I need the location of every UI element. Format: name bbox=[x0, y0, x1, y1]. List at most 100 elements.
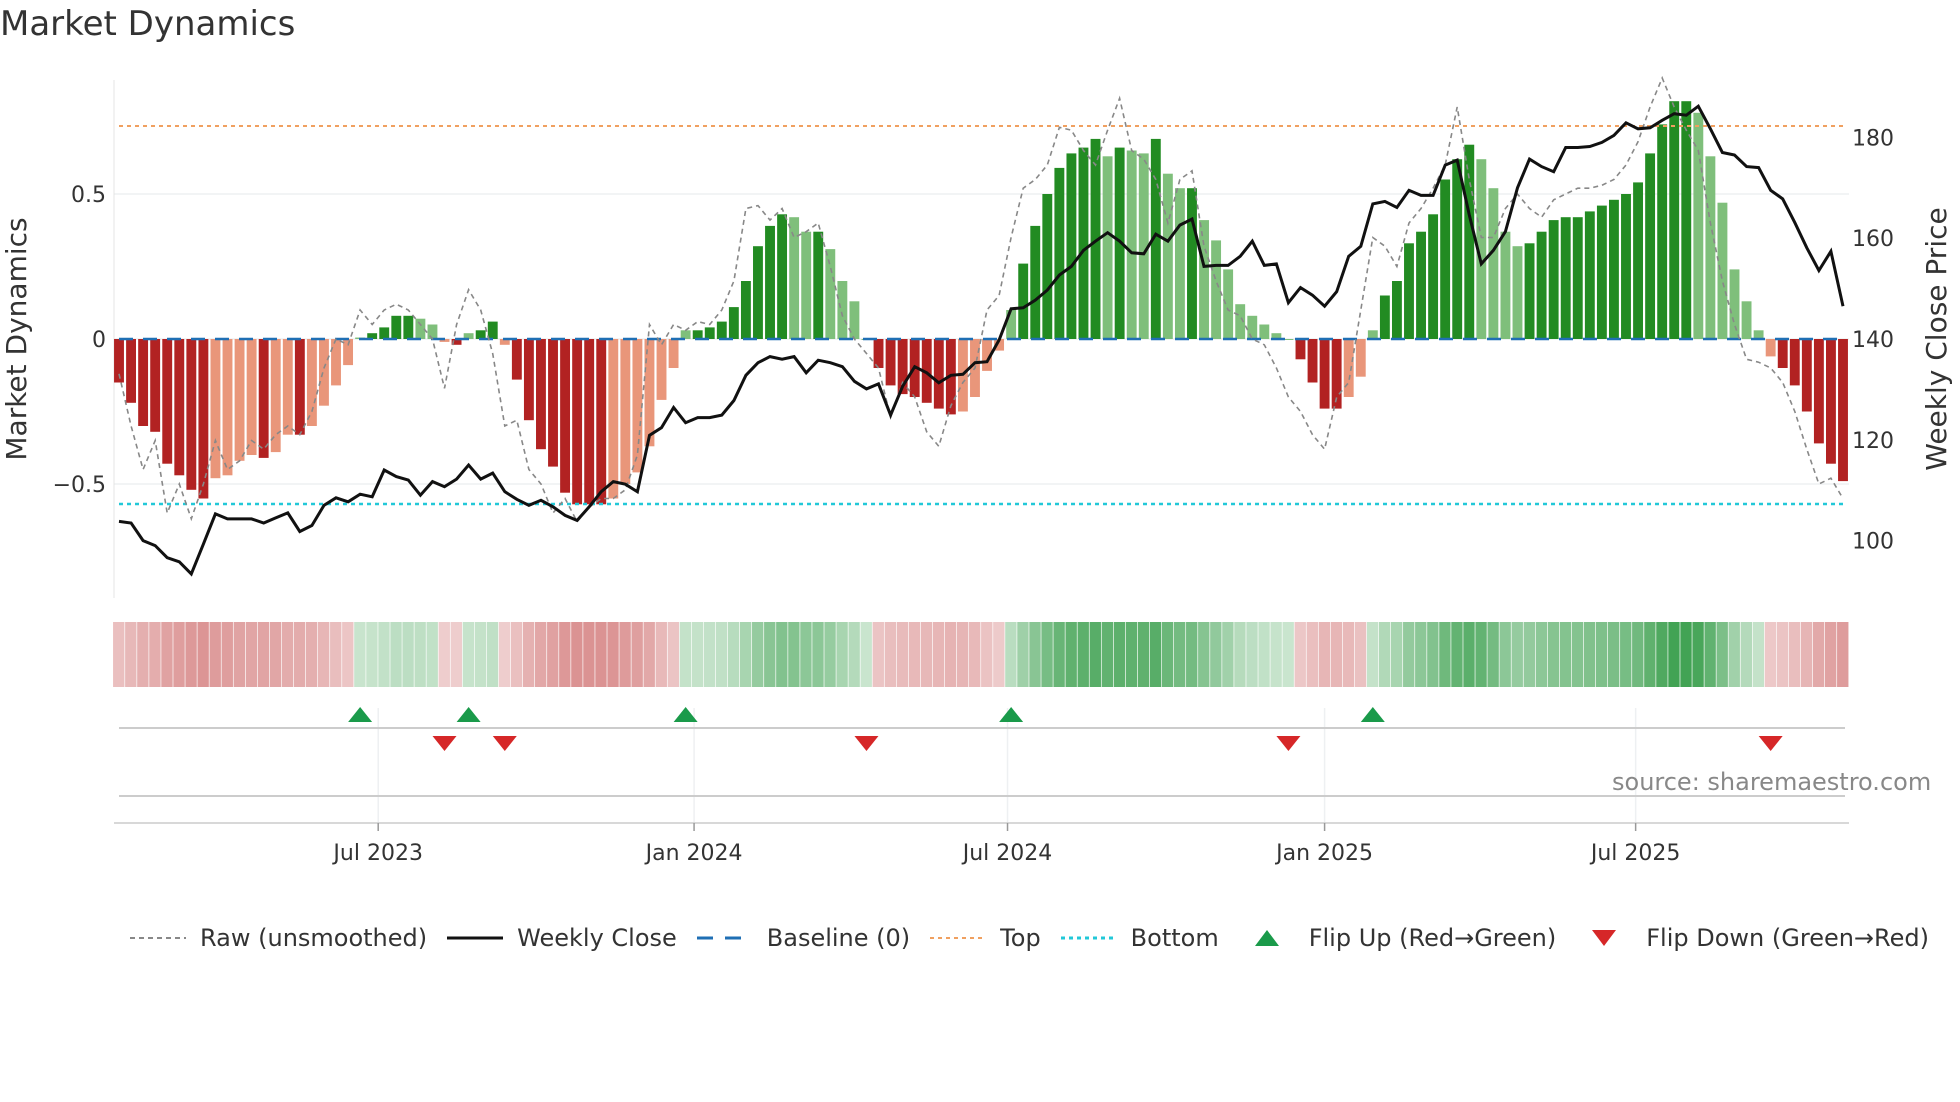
heat-cell bbox=[245, 622, 258, 687]
dynamics-bar bbox=[1126, 150, 1137, 339]
dynamics-bar bbox=[1789, 339, 1800, 386]
flip-up-marker bbox=[999, 707, 1024, 722]
y-tick-label: −0.5 bbox=[53, 473, 106, 498]
dynamics-bar bbox=[1693, 112, 1704, 339]
dynamics-bar bbox=[1343, 339, 1354, 397]
heat-cell bbox=[788, 622, 800, 687]
dynamics-bar bbox=[162, 339, 173, 464]
heat-cell bbox=[269, 622, 282, 687]
date-axis-ticks: Jul 2023 Jan 2024 Jul 2024 Jan 2025 Jul 2025 bbox=[331, 823, 1680, 866]
legend-item-close: Weekly Close bbox=[447, 924, 677, 952]
left-axis-ticks: 0.5 0 −0.5 bbox=[53, 183, 106, 498]
heat-cell bbox=[173, 622, 185, 687]
dynamics-bar bbox=[1512, 246, 1523, 339]
x-tick-label: Jul 2023 bbox=[331, 841, 423, 866]
dynamics-bar bbox=[1307, 339, 1318, 383]
heat-cell bbox=[547, 622, 559, 687]
dynamics-bar bbox=[1391, 281, 1402, 339]
heat-cell bbox=[1113, 622, 1126, 687]
heat-cell bbox=[1535, 622, 1548, 687]
heat-cell bbox=[1065, 622, 1077, 687]
dynamics-bar bbox=[1066, 153, 1077, 339]
heat-cell bbox=[1258, 622, 1270, 687]
heat-cell bbox=[1029, 622, 1041, 687]
heat-cell bbox=[1294, 622, 1306, 687]
heat-cell bbox=[281, 622, 294, 687]
heat-cell bbox=[1788, 622, 1801, 687]
heat-cell bbox=[944, 622, 957, 687]
heat-cell bbox=[956, 622, 969, 687]
heat-cell bbox=[1137, 622, 1150, 687]
heat-cell bbox=[1427, 622, 1439, 687]
dynamics-bar bbox=[1379, 295, 1390, 339]
dynamics-bar bbox=[656, 339, 667, 400]
heat-cell bbox=[197, 622, 209, 687]
dynamics-bar bbox=[1536, 231, 1547, 339]
dynamics-bar bbox=[174, 339, 185, 476]
heat-cell bbox=[703, 622, 716, 687]
heat-cell bbox=[1403, 622, 1415, 687]
heat-cell bbox=[125, 622, 137, 687]
dynamics-bar bbox=[1657, 124, 1668, 340]
heat-cell bbox=[354, 622, 366, 687]
heat-cell bbox=[1800, 622, 1813, 687]
heat-cell bbox=[498, 622, 511, 687]
dynamics-bar bbox=[777, 214, 788, 339]
heat-cell bbox=[1607, 622, 1620, 687]
heat-cell bbox=[185, 622, 197, 687]
heat-cell bbox=[209, 622, 221, 687]
dynamics-bar bbox=[1765, 339, 1776, 357]
heat-cell bbox=[1017, 622, 1029, 687]
dynamics-bar bbox=[704, 327, 715, 339]
heat-cell bbox=[1571, 622, 1584, 687]
dynamics-bar bbox=[1367, 330, 1378, 339]
dynamics-bar bbox=[1223, 269, 1234, 339]
heat-cell bbox=[342, 622, 354, 687]
dynamics-bar bbox=[849, 301, 860, 339]
dynamics-bar bbox=[885, 339, 896, 386]
dynamics-bar bbox=[186, 339, 197, 490]
heat-cell bbox=[378, 622, 390, 687]
heat-cell bbox=[981, 622, 993, 687]
heat-cell bbox=[450, 622, 463, 687]
dynamics-bar bbox=[1669, 101, 1680, 339]
heat-cell bbox=[643, 622, 655, 687]
dynamics-bar bbox=[1199, 220, 1209, 339]
dynamics-bar bbox=[1211, 240, 1222, 339]
triangle-down-icon bbox=[1592, 930, 1617, 946]
heat-cell bbox=[824, 622, 836, 687]
heat-cell bbox=[812, 622, 824, 687]
legend-item-flip-up: Flip Up (Red→Green) bbox=[1239, 924, 1556, 952]
heat-cell bbox=[1644, 622, 1656, 687]
y2-tick-label: 120 bbox=[1852, 429, 1894, 454]
dynamics-bar bbox=[1548, 220, 1559, 339]
heat-cell bbox=[1101, 622, 1114, 687]
heat-cell bbox=[583, 622, 595, 687]
dynamics-bar bbox=[1813, 339, 1824, 444]
dynamics-bar bbox=[282, 339, 293, 435]
heat-cell bbox=[1089, 622, 1101, 687]
dynamics-bar bbox=[427, 324, 438, 339]
heat-cell bbox=[1776, 622, 1789, 687]
dynamics-bar bbox=[222, 339, 233, 476]
dynamics-bar bbox=[1777, 339, 1788, 368]
dynamics-bar bbox=[511, 339, 522, 380]
flip-down-marker bbox=[854, 736, 879, 751]
dynamics-bar bbox=[1054, 167, 1065, 339]
dynamics-bar bbox=[1596, 205, 1607, 339]
heat-cell bbox=[113, 622, 125, 687]
dynamics-bar bbox=[138, 339, 149, 426]
heat-cell bbox=[655, 622, 667, 687]
heat-cell bbox=[402, 622, 414, 687]
dynamics-bar bbox=[475, 330, 486, 339]
heat-cell bbox=[1632, 622, 1644, 687]
heat-cell bbox=[1752, 622, 1765, 687]
dynamics-bar bbox=[933, 339, 944, 409]
legend-label: Flip Down (Green→Red) bbox=[1646, 924, 1929, 952]
y2-tick-label: 140 bbox=[1852, 328, 1894, 353]
dynamics-bar bbox=[246, 339, 257, 455]
heat-cell bbox=[257, 622, 270, 687]
heat-cell bbox=[1306, 622, 1318, 687]
dynamics-bar bbox=[319, 339, 329, 406]
dynamics-bar bbox=[1633, 182, 1643, 339]
